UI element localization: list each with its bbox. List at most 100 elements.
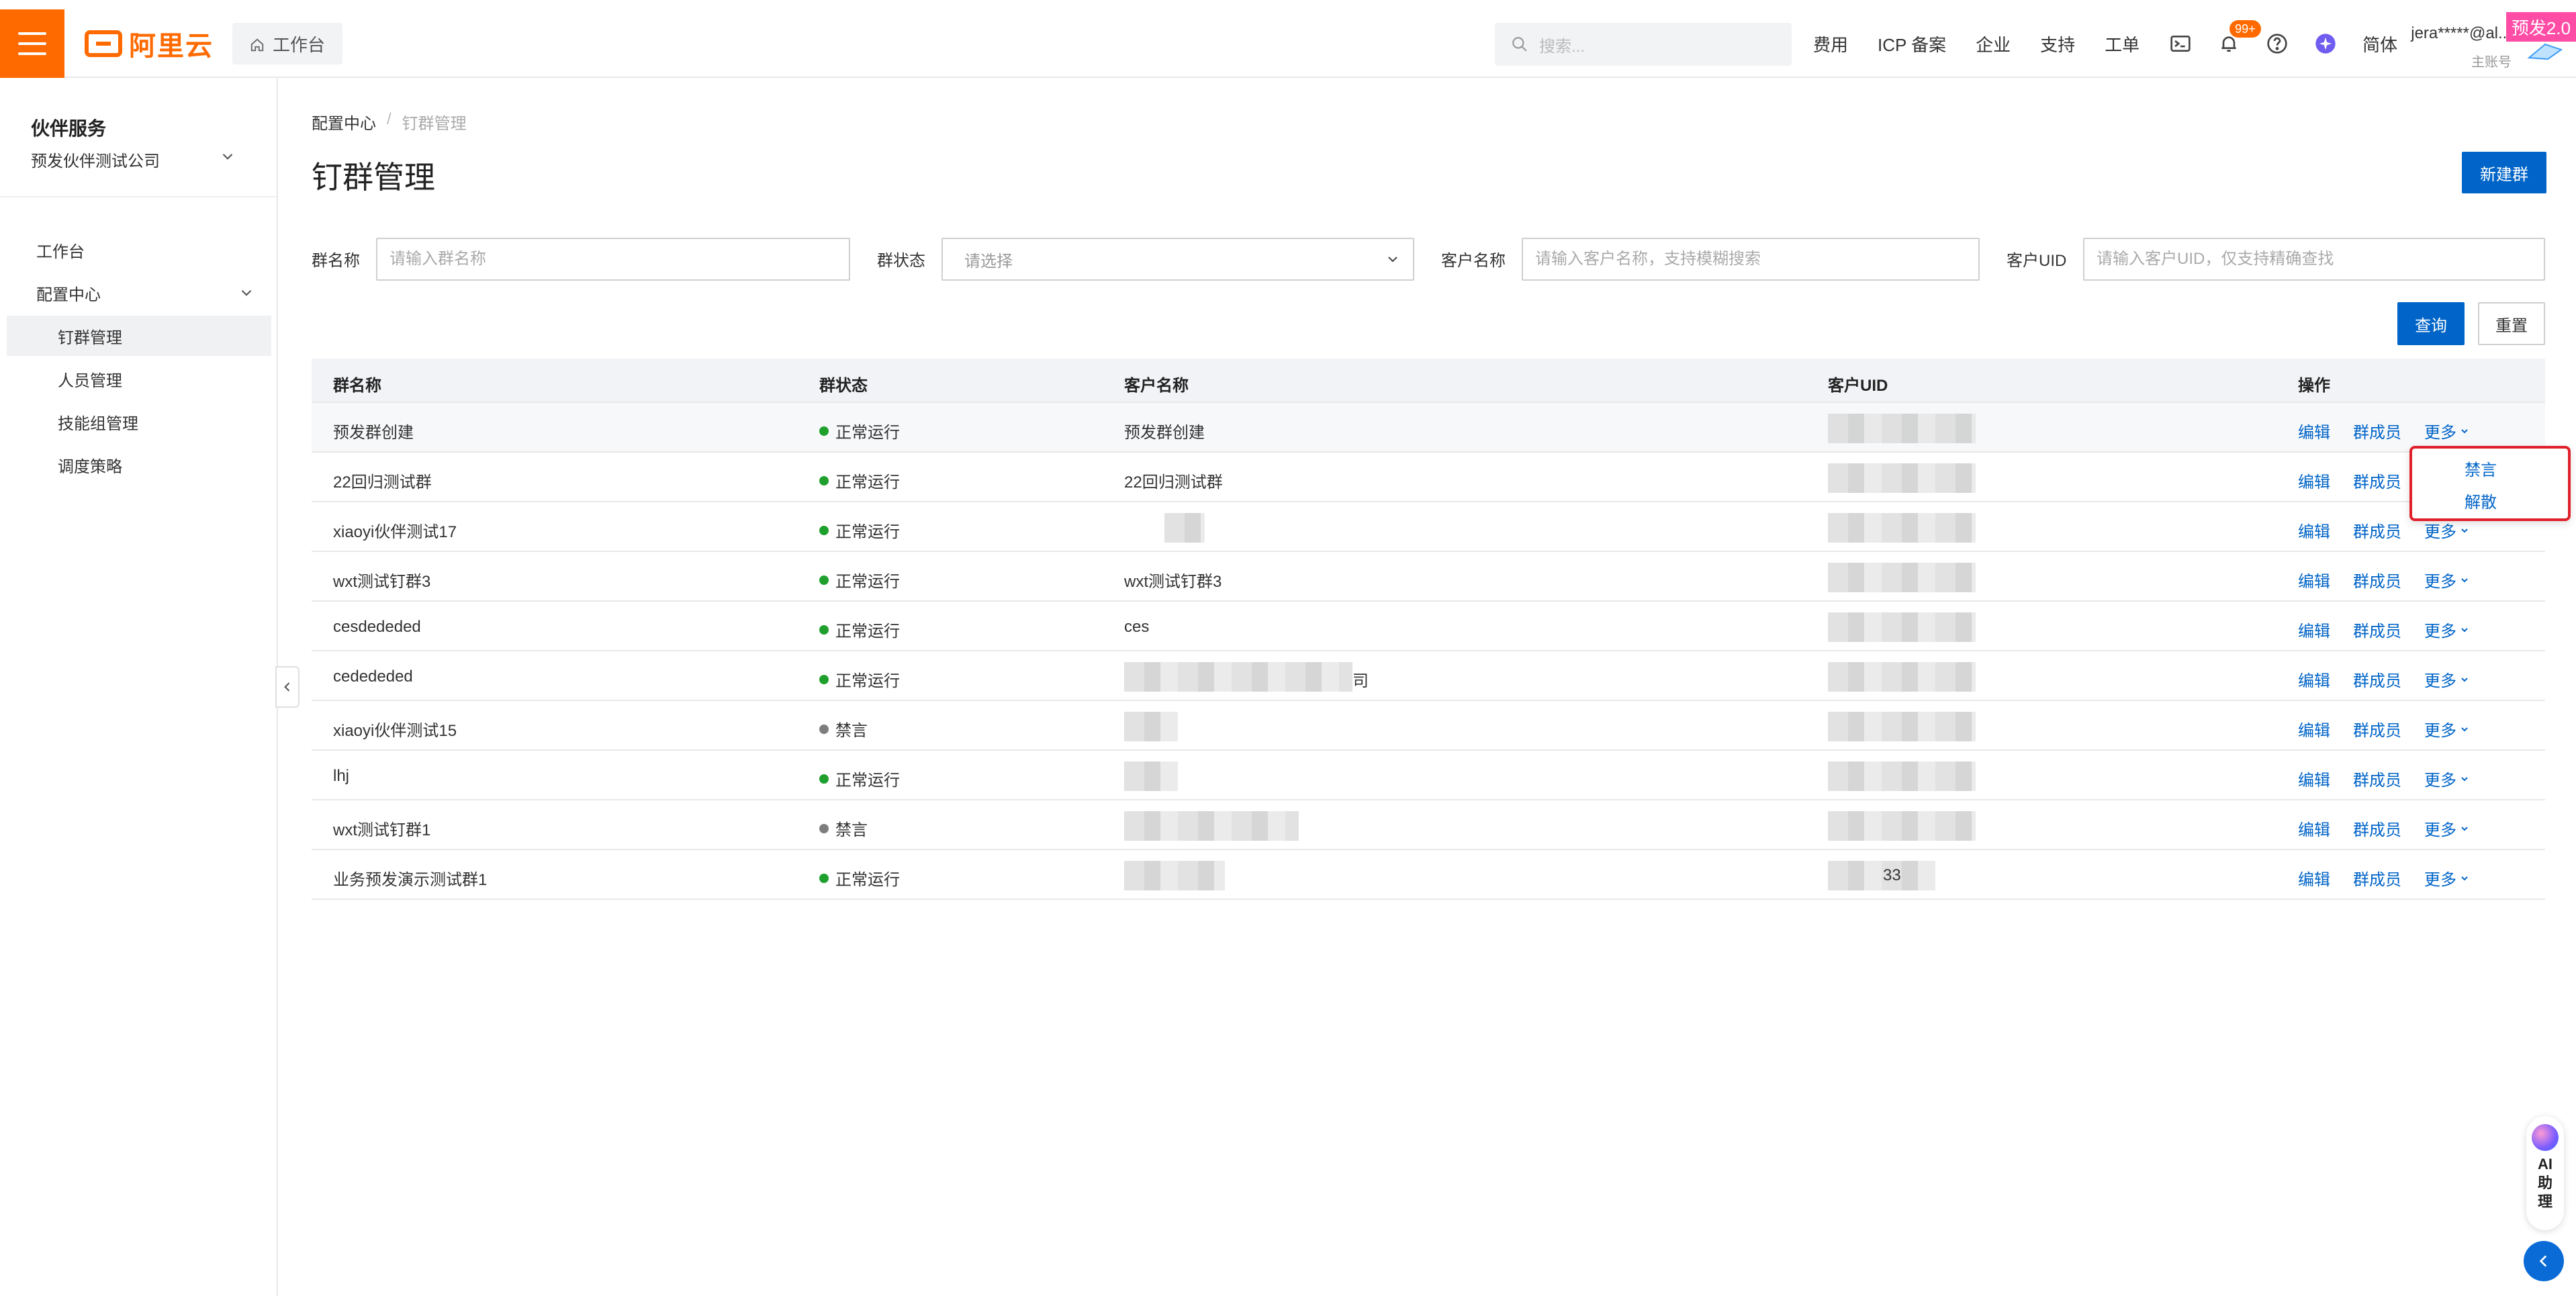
redacted-customer-name bbox=[1124, 712, 1178, 741]
status-text: 正常运行 bbox=[835, 772, 900, 790]
ai-sparkle-icon[interactable] bbox=[2314, 32, 2337, 55]
status-text: 正常运行 bbox=[835, 871, 900, 889]
more-actions-trigger[interactable]: 更多 bbox=[2424, 866, 2470, 890]
customer-uid-label: 客户UID bbox=[2007, 252, 2067, 270]
edit-link[interactable]: 编辑 bbox=[2298, 717, 2330, 741]
nav-ticket[interactable]: 工单 bbox=[2105, 32, 2140, 56]
chevron-left-icon bbox=[284, 682, 290, 692]
chevron-down-icon bbox=[241, 289, 252, 296]
members-link[interactable]: 群成员 bbox=[2353, 618, 2401, 641]
chevron-left-icon bbox=[2539, 1255, 2547, 1267]
sidebar-item-config-center[interactable]: 配置中心 bbox=[0, 273, 271, 313]
more-actions-trigger[interactable]: 更多 bbox=[2424, 518, 2470, 542]
home-tab-label: 工作台 bbox=[272, 34, 325, 55]
nav-enterprise[interactable]: 企业 bbox=[1976, 32, 2011, 56]
more-actions-trigger[interactable]: 更多 bbox=[2424, 767, 2470, 790]
edit-link[interactable]: 编辑 bbox=[2298, 667, 2330, 691]
cell-group-name: wxt测试钉群3 bbox=[333, 573, 431, 591]
redacted-customer-name bbox=[1124, 662, 1352, 692]
more-label: 更多 bbox=[2424, 772, 2456, 790]
more-label: 更多 bbox=[2424, 821, 2456, 839]
cell-group-name: 业务预发演示测试群1 bbox=[333, 871, 488, 889]
ai-collapse-button[interactable] bbox=[2524, 1241, 2564, 1281]
sidebar-item-label: 人员管理 bbox=[58, 371, 122, 390]
members-link[interactable]: 群成员 bbox=[2353, 866, 2401, 890]
edit-link[interactable]: 编辑 bbox=[2298, 767, 2330, 790]
query-button[interactable]: 查询 bbox=[2397, 302, 2465, 345]
more-actions-trigger[interactable]: 更多 bbox=[2424, 568, 2470, 592]
menu-icon[interactable] bbox=[0, 9, 64, 78]
group-name-input[interactable] bbox=[376, 238, 850, 281]
sidebar-item-dispatch-strategy[interactable]: 调度策略 bbox=[0, 445, 271, 485]
cell-group-name: 预发群创建 bbox=[333, 424, 414, 442]
chevron-down-icon bbox=[2461, 776, 2468, 781]
cell-customer-uid-suffix: 33 bbox=[1883, 866, 1901, 884]
sidebar-collapse-button[interactable] bbox=[275, 666, 300, 708]
chevron-down-icon bbox=[2461, 577, 2468, 582]
edit-link[interactable]: 编辑 bbox=[2298, 469, 2330, 492]
help-icon[interactable] bbox=[2266, 32, 2289, 55]
members-link[interactable]: 群成员 bbox=[2353, 518, 2401, 542]
ai-assistant-float[interactable]: AI助理 bbox=[2526, 1116, 2564, 1230]
more-actions-trigger[interactable]: 更多 bbox=[2424, 817, 2470, 840]
more-actions-trigger[interactable]: 更多 bbox=[2424, 618, 2470, 641]
language-switch[interactable]: 简体 bbox=[2362, 32, 2397, 56]
sidebar-item-dingtalk-groups[interactable]: 钉群管理 bbox=[7, 316, 271, 356]
edit-link[interactable]: 编辑 bbox=[2298, 568, 2330, 592]
members-link[interactable]: 群成员 bbox=[2353, 469, 2401, 492]
table-row: xiaoyi伙伴测试15 禁言 编辑 群成员 更多 bbox=[312, 701, 2545, 751]
edit-link[interactable]: 编辑 bbox=[2298, 618, 2330, 641]
edit-link[interactable]: 编辑 bbox=[2298, 866, 2330, 890]
cell-status: 正常运行 bbox=[819, 568, 900, 592]
mute-menu-item[interactable]: 禁言 bbox=[2465, 457, 2497, 480]
column-header-customer-uid: 客户UID bbox=[1828, 377, 1888, 395]
customer-uid-input[interactable] bbox=[2083, 238, 2545, 281]
edit-link[interactable]: 编辑 bbox=[2298, 518, 2330, 542]
edit-link[interactable]: 编辑 bbox=[2298, 419, 2330, 443]
customer-name-input[interactable] bbox=[1522, 238, 1980, 281]
redacted-customer-name bbox=[1124, 761, 1178, 791]
redacted-customer-uid bbox=[1828, 712, 1976, 741]
sidebar-item-skill-groups[interactable]: 技能组管理 bbox=[0, 402, 271, 442]
table-row: 业务预发演示测试群1 正常运行 33 编辑 群成员 更多 bbox=[312, 850, 2545, 900]
status-text: 禁言 bbox=[835, 821, 868, 839]
cell-customer-name: wxt测试钉群3 bbox=[1124, 573, 1222, 591]
aliyun-logo[interactable]: 阿里云 bbox=[85, 28, 214, 61]
table-row: 预发群创建 正常运行 预发群创建 编辑 群成员 更多 bbox=[312, 403, 2545, 453]
sidebar-item-staff[interactable]: 人员管理 bbox=[0, 359, 271, 399]
more-label: 更多 bbox=[2424, 424, 2456, 442]
group-name-label: 群名称 bbox=[312, 252, 360, 270]
members-link[interactable]: 群成员 bbox=[2353, 717, 2401, 741]
more-actions-trigger[interactable]: 更多 bbox=[2424, 667, 2470, 691]
redacted-customer-uid bbox=[1828, 811, 1976, 841]
more-actions-trigger[interactable]: 更多 bbox=[2424, 419, 2470, 443]
group-status-select[interactable]: 请选择 bbox=[941, 238, 1414, 281]
members-link[interactable]: 群成员 bbox=[2353, 767, 2401, 790]
terminal-icon[interactable] bbox=[2169, 32, 2192, 55]
members-link[interactable]: 群成员 bbox=[2353, 817, 2401, 840]
user-account-menu[interactable]: jera*****@al... 主账号 bbox=[2404, 24, 2512, 71]
global-search-input[interactable]: 搜索... bbox=[1495, 23, 1792, 66]
nav-billing[interactable]: 费用 bbox=[1813, 32, 1848, 56]
breadcrumb-parent[interactable]: 配置中心 bbox=[312, 110, 376, 134]
new-group-button[interactable]: 新建群 bbox=[2462, 152, 2546, 193]
reset-button[interactable]: 重置 bbox=[2478, 302, 2545, 345]
nav-support[interactable]: 支持 bbox=[2040, 32, 2075, 56]
bell-icon[interactable]: 99+ bbox=[2217, 20, 2261, 55]
chevron-down-icon[interactable] bbox=[219, 148, 236, 165]
cell-group-name: 22回归测试群 bbox=[333, 473, 432, 492]
members-link[interactable]: 群成员 bbox=[2353, 419, 2401, 443]
more-label: 更多 bbox=[2424, 573, 2456, 591]
status-dot bbox=[819, 774, 829, 784]
company-selector[interactable]: 预发伙伴测试公司 bbox=[31, 148, 160, 171]
members-link[interactable]: 群成员 bbox=[2353, 667, 2401, 691]
home-tab[interactable]: 工作台 bbox=[232, 23, 342, 64]
dissolve-menu-item[interactable]: 解散 bbox=[2465, 489, 2497, 512]
members-link[interactable]: 群成员 bbox=[2353, 568, 2401, 592]
nav-icp[interactable]: ICP 备案 bbox=[1878, 32, 1946, 56]
more-actions-trigger[interactable]: 更多 bbox=[2424, 717, 2470, 741]
notification-badge: 99+ bbox=[2229, 20, 2261, 38]
group-status-label: 群状态 bbox=[877, 252, 925, 270]
edit-link[interactable]: 编辑 bbox=[2298, 817, 2330, 840]
sidebar-item-workbench[interactable]: 工作台 bbox=[0, 230, 271, 270]
